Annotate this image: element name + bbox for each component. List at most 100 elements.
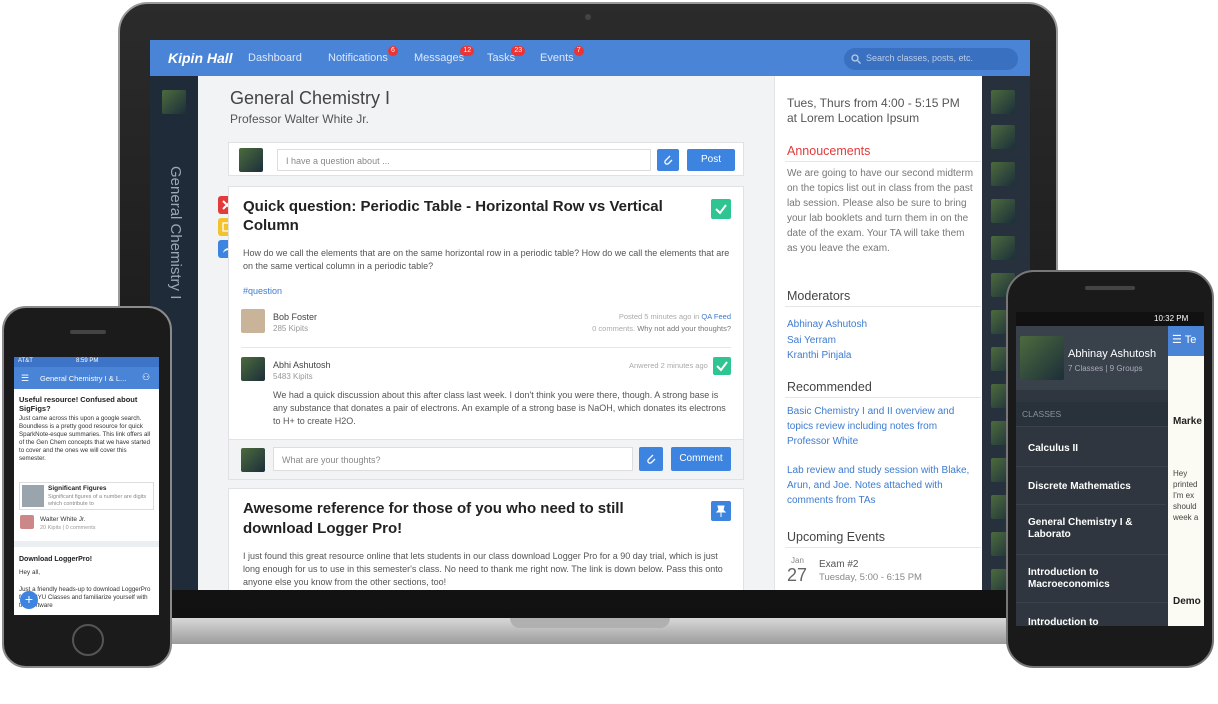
post-body: I just found this great resource online … <box>243 551 723 587</box>
drawer-item[interactable]: Introduction to Macroeconomics <box>1016 602 1168 626</box>
main-feed: General Chemistry I Professor Walter Whi… <box>198 76 774 590</box>
messages-badge: 12 <box>460 46 475 56</box>
peek-text: Hey printed I'm ex should week a <box>1173 469 1199 522</box>
moderator-link[interactable]: Sai Yerram <box>787 333 836 348</box>
attach-button[interactable] <box>639 447 663 471</box>
pin-button[interactable] <box>711 501 731 521</box>
post-body: Just came across this upon a google sear… <box>19 415 151 462</box>
post2-title[interactable]: Download LoggerPro! <box>19 556 92 563</box>
class-info-panel: Tues, Thurs from 4:00 - 5:15 PM at Lorem… <box>774 76 982 590</box>
moderator-link[interactable]: Abhinay Ashutosh <box>787 317 867 332</box>
link-thumbnail <box>22 485 44 507</box>
content-peek: ☰ Te Marke Hey printed I'm ex should wee… <box>1168 326 1204 626</box>
post-title[interactable]: Awesome reference for those of you who n… <box>243 499 663 539</box>
nav-label: Dashboard <box>248 52 302 64</box>
avatar <box>20 515 34 529</box>
brand-logo[interactable]: Kipin Hall <box>168 50 233 66</box>
comment-count: 0 comments. Why not add your thoughts? <box>592 324 731 333</box>
top-navbar: Kipin Hall Dashboard Notifications 6 Mess… <box>150 40 1030 76</box>
post-button[interactable]: Post <box>687 149 735 171</box>
home-button[interactable] <box>72 624 104 656</box>
event-name[interactable]: Exam #2 <box>819 559 858 570</box>
search-icon <box>851 54 861 64</box>
comment-button[interactable]: Comment <box>671 447 731 471</box>
recommended-link[interactable]: Basic Chemistry I and II overview and to… <box>787 404 973 449</box>
events-badge: 7 <box>573 46 584 56</box>
link-preview[interactable]: Significant Figures Significant figures … <box>19 482 154 510</box>
divider <box>785 161 981 162</box>
user-avatar[interactable] <box>991 90 1015 114</box>
divider <box>785 306 981 307</box>
paperclip-icon <box>647 454 656 464</box>
paperclip-icon <box>664 155 673 165</box>
peek-heading: Marke <box>1173 416 1202 427</box>
user-avatar[interactable] <box>991 199 1015 223</box>
menu-icon[interactable]: ☰ <box>21 373 29 384</box>
add-post-button[interactable]: + <box>20 591 38 609</box>
laptop-notch <box>510 618 670 628</box>
accept-answer-button[interactable] <box>713 357 731 375</box>
answer-kipits: 5483 Kipits <box>273 372 313 381</box>
author-kipits: 285 Kipits <box>273 324 309 333</box>
events-title: Upcoming Events <box>787 530 885 544</box>
announcement-text: We are going to have our second midterm … <box>787 168 974 254</box>
iphone-screen: AT&T 8:59 PM ☰ General Chemistry I & L...… <box>14 357 159 615</box>
carrier-text: AT&T <box>18 358 33 364</box>
link-desc: Significant figures of a number are digi… <box>48 494 147 507</box>
user-avatar[interactable] <box>991 236 1015 260</box>
drawer-item[interactable]: Calculus II <box>1016 426 1168 470</box>
author-meta: 20 Kipits | 0 comments <box>40 525 96 531</box>
moderator-link[interactable]: Kranthi Pinjala <box>787 348 851 363</box>
recommended-link[interactable]: Lab review and study session with Blake,… <box>787 463 973 508</box>
profile-name: Abhinay Ashutosh <box>1068 348 1157 360</box>
nav-label: Messages <box>414 52 465 64</box>
profile-header[interactable]: Abhinay Ashutosh 7 Classes | 9 Groups <box>1016 326 1168 390</box>
attach-button[interactable] <box>657 149 679 171</box>
nav-notifications[interactable]: Notifications 6 <box>328 46 398 64</box>
peek-title: Te <box>1184 334 1197 346</box>
drawer-item[interactable]: General Chemistry I & Laborato <box>1016 504 1166 554</box>
comment-input[interactable]: What are your thoughts? <box>273 447 633 471</box>
check-icon <box>715 204 727 215</box>
drawer-item[interactable]: Introduction to Macroeconomics <box>1016 554 1168 602</box>
clock-text: 10:32 PM <box>1154 314 1189 323</box>
feed-link[interactable]: QA Feed <box>701 312 731 321</box>
user-avatar[interactable] <box>991 125 1015 149</box>
peek-heading-2: Demo <box>1173 596 1201 607</box>
add-thoughts-link[interactable]: Why not add your thoughts? <box>637 324 731 333</box>
nav-label: Notifications <box>328 52 388 64</box>
nav-drawer: Abhinay Ashutosh 7 Classes | 9 Groups CL… <box>1016 326 1168 626</box>
users-icon[interactable]: ⚇ <box>142 372 150 383</box>
answer-author[interactable]: Abhi Ashutosh <box>273 360 331 370</box>
class-avatar[interactable] <box>162 90 186 114</box>
author-name[interactable]: Bob Foster <box>273 312 317 322</box>
status-bar: AT&T 8:59 PM <box>14 357 159 367</box>
professor-name: Professor Walter White Jr. <box>230 112 369 126</box>
divider <box>785 547 981 548</box>
laptop-screen: Kipin Hall Dashboard Notifications 6 Mess… <box>150 40 1030 590</box>
post-title[interactable]: Quick question: Periodic Table - Horizon… <box>243 197 673 235</box>
question-post: Quick question: Periodic Table - Horizon… <box>228 186 744 480</box>
post2-greeting: Hey all, <box>19 569 40 576</box>
menu-icon[interactable]: ☰ <box>1172 334 1185 346</box>
nav-dashboard[interactable]: Dashboard <box>248 52 302 64</box>
divider <box>14 541 159 547</box>
user-avatar[interactable] <box>991 162 1015 186</box>
resolved-button[interactable] <box>711 199 731 219</box>
event-time: Tuesday, 5:00 - 6:15 PM <box>819 572 922 583</box>
nav-events[interactable]: Events 7 <box>540 46 584 64</box>
avatar <box>241 309 265 333</box>
answer-meta: Anwered 2 minutes ago <box>629 361 708 370</box>
search-input[interactable]: Search classes, posts, etc. <box>844 48 1018 70</box>
post-tag[interactable]: #question <box>243 286 282 296</box>
notification-badge: 6 <box>388 46 398 56</box>
question-input[interactable]: I have a question about ... <box>277 149 651 171</box>
android-chin <box>1010 628 1210 658</box>
post-title[interactable]: Useful resource! Confused about SigFigs? <box>19 395 155 413</box>
post-composer: I have a question about ... Post <box>228 142 744 176</box>
tasks-badge: 23 <box>511 46 526 56</box>
answer-body: We had a quick discussion about this aft… <box>273 390 726 426</box>
clock-text: 8:59 PM <box>76 358 99 364</box>
nav-messages[interactable]: Messages 12 <box>414 46 475 64</box>
nav-tasks[interactable]: Tasks 23 <box>487 46 526 64</box>
